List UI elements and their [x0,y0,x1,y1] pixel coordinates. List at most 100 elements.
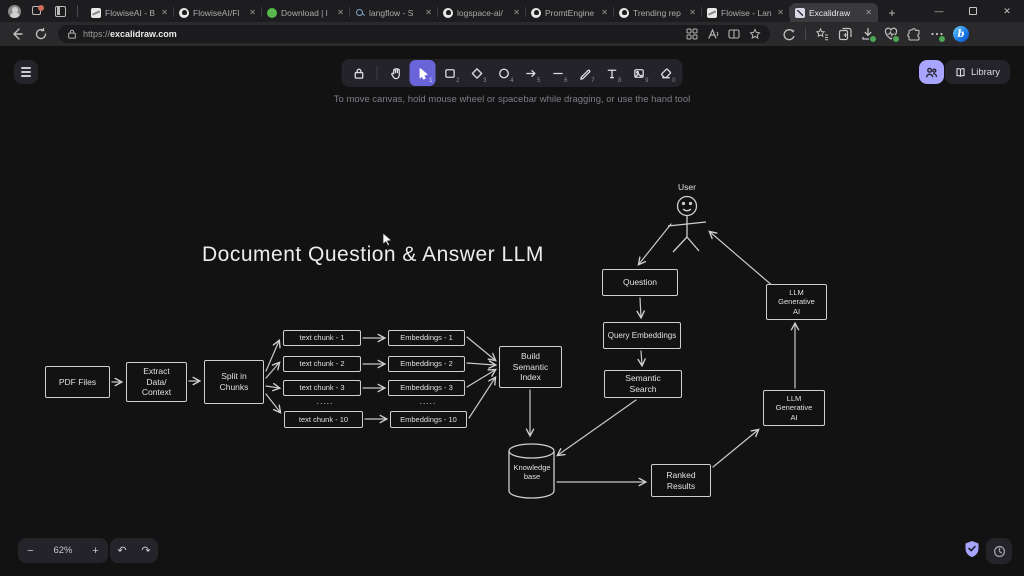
node-embeddings-10[interactable]: Embeddings - 10 [390,411,467,428]
node-text-chunk-2[interactable]: text chunk - 2 [283,356,361,372]
hamburger-menu-button[interactable] [14,60,38,84]
node-user-label[interactable]: User [668,181,706,193]
new-tab-button[interactable]: + [882,3,902,22]
node-semantic-search[interactable]: Semantic Search [604,370,682,398]
refresh-icon[interactable] [34,27,48,41]
back-icon[interactable] [10,27,24,41]
node-llm-generative-ai-bottom[interactable]: LLM Generative AI [763,390,825,426]
node-split-in-chunks[interactable]: Split in Chunks [204,360,264,404]
tab-flowiseai[interactable]: FlowiseAI - B ✕ [86,3,174,22]
browser-tab-bar: FlowiseAI - B ✕ FlowiseAI/Fl ✕ Download … [0,0,1024,22]
lock-icon[interactable] [67,29,77,39]
mouse-cursor [382,232,393,246]
embeddings-ellipsis[interactable]: ..... [408,395,448,407]
text-chunk-ellipsis[interactable]: ..... [305,395,345,407]
tab-langflow[interactable]: langflow - S ✕ [350,3,438,22]
text-tool-button[interactable]: 8 [599,60,625,86]
hand-tool-button[interactable] [383,60,409,86]
tab-excalidraw[interactable]: Excalidraw ✕ [790,3,878,22]
zoom-out-button[interactable]: − [18,538,43,563]
divider [376,66,378,80]
node-build-semantic-index[interactable]: Build Semantic Index [499,346,562,388]
undo-button[interactable]: ↶ [110,538,134,563]
image-tool-button[interactable]: 9 [626,60,652,86]
flowise-favicon [707,7,717,18]
help-button[interactable] [986,538,1012,564]
line-tool-button[interactable]: 6 [545,60,571,86]
tab-close-icon[interactable]: ✕ [600,8,609,17]
url-bar[interactable]: https://excalidraw.com [58,25,770,43]
favorite-star-icon[interactable] [749,28,761,40]
tab-close-icon[interactable]: ✕ [424,8,433,17]
browser-address-bar: https://excalidraw.com b [0,22,1024,46]
tab-close-icon[interactable]: ✕ [688,8,697,17]
collections-icon[interactable] [838,27,852,41]
tab-close-icon[interactable]: ✕ [864,8,873,17]
split-screen-icon[interactable] [728,28,740,40]
tab-download[interactable]: Download | l ✕ [262,3,350,22]
redo-button[interactable]: ↷ [134,538,158,563]
divider [805,28,806,40]
tab-trending[interactable]: Trending rep ✕ [614,3,702,22]
ellipse-tool-button[interactable]: 4 [491,60,517,86]
tab-close-icon[interactable]: ✕ [336,8,345,17]
tab-promtengine[interactable]: PromtEngine ✕ [526,3,614,22]
node-extract-data-context[interactable]: Extract Data/ Context [126,362,187,402]
github-favicon [443,7,453,18]
zoom-in-button[interactable]: + [83,538,108,563]
diamond-tool-button[interactable]: 3 [464,60,490,86]
tab-flowise-lan[interactable]: Flowise - Lan ✕ [702,3,790,22]
node-text-chunk-10[interactable]: text chunk - 10 [284,411,363,428]
divider [77,5,78,17]
tab-actions-icon[interactable] [54,5,67,18]
tab-close-icon[interactable]: ✕ [160,8,169,17]
history-controls: ↶ ↷ [110,538,158,563]
tab-logspace[interactable]: logspace-ai/ ✕ [438,3,526,22]
rewards-icon[interactable] [782,27,796,41]
node-embeddings-2[interactable]: Embeddings - 2 [388,356,465,372]
read-aloud-icon[interactable] [707,28,719,40]
node-text-chunk-3[interactable]: text chunk - 3 [283,380,361,396]
zoom-level[interactable]: 62% [43,545,83,556]
rectangle-tool-button[interactable]: 2 [437,60,463,86]
diagram-title[interactable]: Document Question & Answer LLM [202,243,544,267]
node-knowledge-base-label[interactable]: Knowledge base [510,458,554,486]
flowise-favicon [91,7,101,18]
node-ranked-results[interactable]: Ranked Results [651,464,711,497]
tab-flowiseai-repo[interactable]: FlowiseAI/Fl ✕ [174,3,262,22]
encryption-shield-icon [965,541,979,557]
extensions-icon[interactable] [907,27,921,41]
node-embeddings-1[interactable]: Embeddings - 1 [388,330,465,346]
node-llm-generative-ai-top[interactable]: LLM Generative AI [766,284,827,320]
github-favicon [531,7,541,18]
tab-close-icon[interactable]: ✕ [776,8,785,17]
draw-tool-button[interactable]: 7 [572,60,598,86]
eraser-tool-button[interactable]: 0 [653,60,679,86]
book-icon [956,67,965,77]
arrow-tool-button[interactable]: 5 [518,60,544,86]
url-text[interactable]: https://excalidraw.com [83,29,680,39]
node-embeddings-3[interactable]: Embeddings - 3 [388,380,465,396]
live-collaboration-button[interactable] [919,60,944,84]
copilot-icon[interactable]: b [953,26,969,42]
node-text-chunk-1[interactable]: text chunk - 1 [283,330,361,346]
settings-more-icon[interactable] [930,27,944,41]
library-button[interactable]: Library [944,60,1010,84]
tab-close-icon[interactable]: ✕ [248,8,257,17]
excalidraw-canvas[interactable] [0,46,1024,576]
favorites-bar-icon[interactable] [815,27,829,41]
window-close-button[interactable]: ✕ [990,0,1024,22]
browser-essentials-icon[interactable] [884,27,898,41]
lock-tool-button[interactable] [346,60,372,86]
node-pdf-files[interactable]: PDF Files [45,366,110,398]
selection-tool-button[interactable]: 1 [409,60,436,86]
tab-close-icon[interactable]: ✕ [512,8,521,17]
workspaces-icon[interactable] [31,4,44,18]
apps-grid-icon[interactable] [686,28,698,40]
profile-avatar[interactable] [8,4,21,18]
window-maximize-button[interactable] [956,0,990,22]
node-question[interactable]: Question [602,269,678,296]
node-query-embeddings[interactable]: Query Embeddings [603,322,681,349]
window-minimize-button[interactable]: — [922,0,956,22]
downloads-icon[interactable] [861,27,875,41]
